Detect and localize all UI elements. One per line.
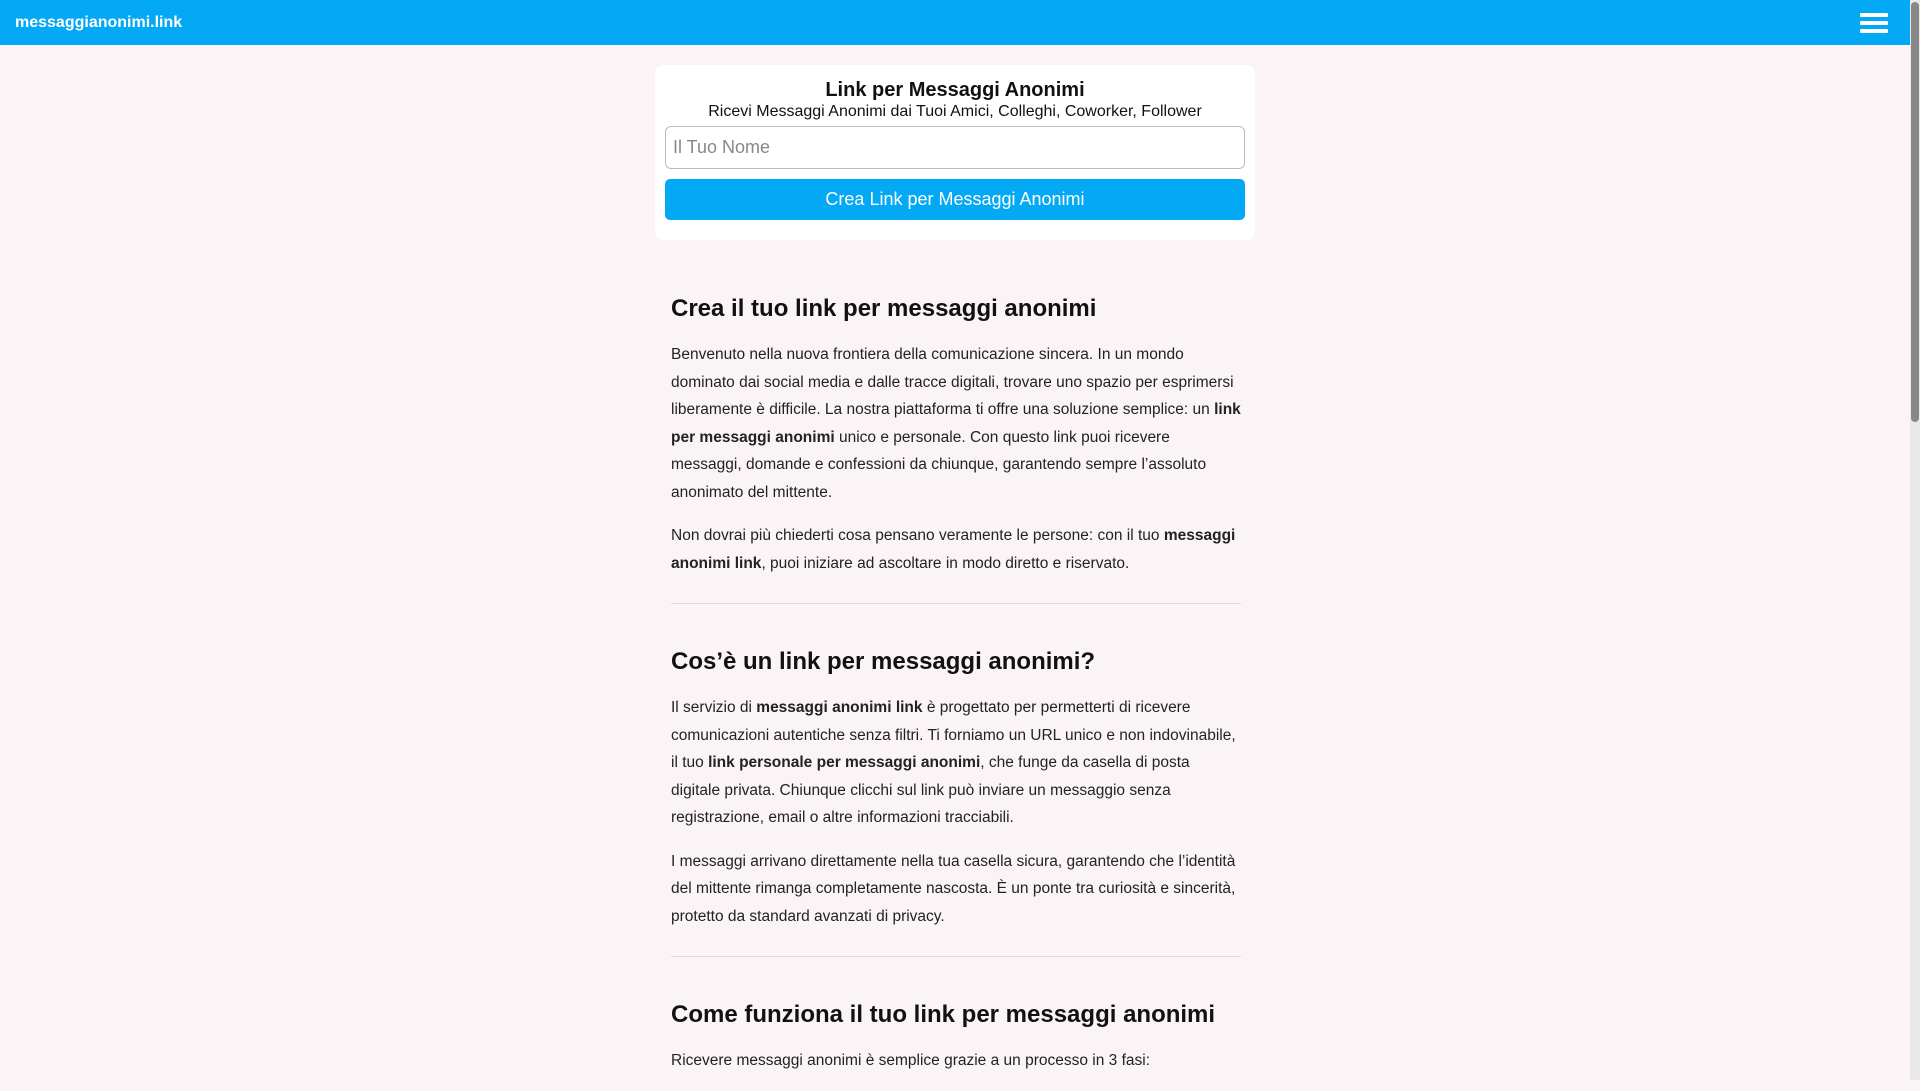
top-navbar: messaggianonimi.link xyxy=(0,0,1910,45)
card-title: Link per Messaggi Anonimi xyxy=(825,79,1085,101)
section-divider xyxy=(671,956,1241,957)
menu-bar-line xyxy=(1860,29,1888,33)
scrollbar-thumb[interactable] xyxy=(1911,2,1919,422)
section-heading: Cos’è un link per messaggi anonimi? xyxy=(671,648,1096,675)
paragraph-text: Benvenuto nella nuova frontiera della co… xyxy=(671,346,1234,418)
section-divider xyxy=(671,603,1241,604)
bold-keyword: link personale per messaggi anonimi xyxy=(708,754,981,771)
bold-keyword: messaggi anonimi link xyxy=(756,699,923,716)
section-heading: Come funziona il tuo link per messaggi a… xyxy=(671,1001,1216,1028)
create-link-card: Link per Messaggi Anonimi Ricevi Messagg… xyxy=(655,65,1255,240)
create-link-button[interactable]: Crea Link per Messaggi Anonimi xyxy=(665,179,1245,220)
card-subtitle: Ricevi Messaggi Anonimi dai Tuoi Amici, … xyxy=(708,103,1202,120)
hamburger-menu-icon[interactable] xyxy=(1860,13,1888,33)
section-heading: Crea il tuo link per messaggi anonimi xyxy=(671,295,1097,322)
menu-bar-line xyxy=(1860,21,1888,25)
article-content: Crea il tuo link per messaggi anonimi Be… xyxy=(671,295,1241,1091)
name-input[interactable] xyxy=(665,126,1245,169)
menu-bar-line xyxy=(1860,13,1888,17)
section-paragraph: Non dovrai più chiederti cosa pensano ve… xyxy=(671,522,1241,577)
paragraph-text: Il servizio di xyxy=(671,699,757,716)
paragraph-text: Non dovrai più chiederti cosa pensano ve… xyxy=(671,527,1164,544)
section-paragraph: Ricevere messaggi anonimi è semplice gra… xyxy=(671,1052,1151,1069)
brand-link[interactable]: messaggianonimi.link xyxy=(15,14,182,32)
section-paragraph: Il servizio di messaggi anonimi link è p… xyxy=(671,694,1241,832)
section-paragraph: Benvenuto nella nuova frontiera della co… xyxy=(671,341,1241,506)
paragraph-text: , puoi iniziare ad ascoltare in modo dir… xyxy=(761,554,1130,572)
section-paragraph: I messaggi arrivano direttamente nella t… xyxy=(671,852,1236,925)
vertical-scrollbar[interactable] xyxy=(1910,0,1920,1080)
